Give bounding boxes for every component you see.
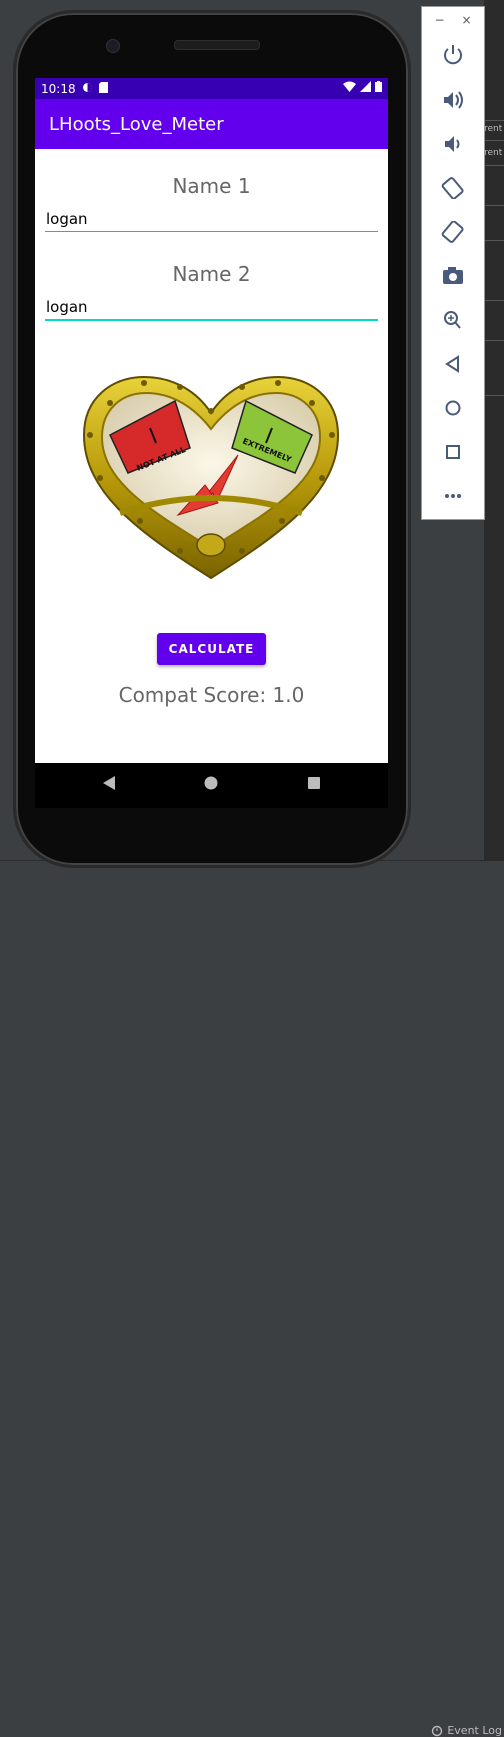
name1-label: Name 1 bbox=[172, 174, 251, 198]
ide-tab-text: rent bbox=[484, 124, 503, 134]
power-icon[interactable] bbox=[422, 43, 484, 65]
meter-knob bbox=[196, 533, 226, 557]
ide-tab-text: rent bbox=[484, 148, 503, 158]
status-bar: 10:18 bbox=[35, 78, 388, 99]
minimize-button[interactable]: − bbox=[434, 13, 444, 27]
nav-home-icon[interactable] bbox=[204, 775, 218, 791]
more-icon[interactable] bbox=[422, 485, 484, 507]
front-camera bbox=[106, 39, 120, 53]
compat-score-text: Compat Score: 1.0 bbox=[118, 683, 305, 707]
ide-divider bbox=[484, 395, 504, 396]
nav-back-icon[interactable] bbox=[102, 775, 116, 791]
event-log-button[interactable]: Event Log bbox=[431, 1724, 502, 1737]
overview-icon[interactable] bbox=[422, 441, 484, 463]
nav-overview-icon[interactable] bbox=[307, 775, 321, 791]
status-right-icons bbox=[343, 81, 382, 92]
camera-icon[interactable] bbox=[422, 265, 484, 287]
app-bar: LHoots_Love_Meter bbox=[35, 99, 388, 149]
name2-input[interactable]: logan bbox=[45, 294, 378, 321]
event-log-icon bbox=[432, 1725, 443, 1736]
zoom-icon[interactable] bbox=[422, 309, 484, 331]
toolbar-window-controls: − × bbox=[422, 7, 484, 27]
name1-input[interactable]: logan bbox=[45, 206, 378, 232]
rotate-left-icon[interactable] bbox=[422, 177, 484, 199]
emulator-toolbar: − × bbox=[421, 6, 485, 520]
app-title: LHoots_Love_Meter bbox=[49, 113, 224, 135]
ide-divider bbox=[484, 165, 504, 166]
love-meter-image: NOT AT ALL EXTREMELY bbox=[82, 375, 340, 580]
volume-down-icon[interactable] bbox=[422, 133, 484, 155]
ide-divider bbox=[484, 140, 504, 141]
earpiece-speaker bbox=[174, 40, 260, 50]
sync-icon bbox=[82, 82, 93, 96]
home-icon[interactable] bbox=[422, 397, 484, 419]
signal-icon bbox=[360, 81, 371, 92]
calculate-button[interactable]: CALCULATE bbox=[157, 633, 266, 665]
back-icon[interactable] bbox=[422, 353, 484, 375]
battery-icon bbox=[375, 81, 382, 92]
rotate-right-icon[interactable] bbox=[422, 221, 484, 243]
ide-divider bbox=[484, 340, 504, 341]
ide-divider bbox=[484, 205, 504, 206]
android-nav-bar bbox=[35, 763, 388, 808]
ide-divider bbox=[484, 120, 504, 121]
name2-label: Name 2 bbox=[172, 262, 251, 286]
status-time: 10:18 bbox=[41, 81, 76, 96]
wifi-icon bbox=[343, 81, 356, 92]
app-screen: 10:18 LHoots_Love_Meter Name 1 logan Nam… bbox=[35, 78, 388, 763]
sd-card-icon bbox=[98, 81, 108, 96]
ide-divider bbox=[484, 300, 504, 301]
event-log-label: Event Log bbox=[447, 1724, 502, 1737]
volume-up-icon[interactable] bbox=[422, 89, 484, 111]
close-button[interactable]: × bbox=[461, 13, 471, 27]
ide-divider bbox=[484, 240, 504, 241]
